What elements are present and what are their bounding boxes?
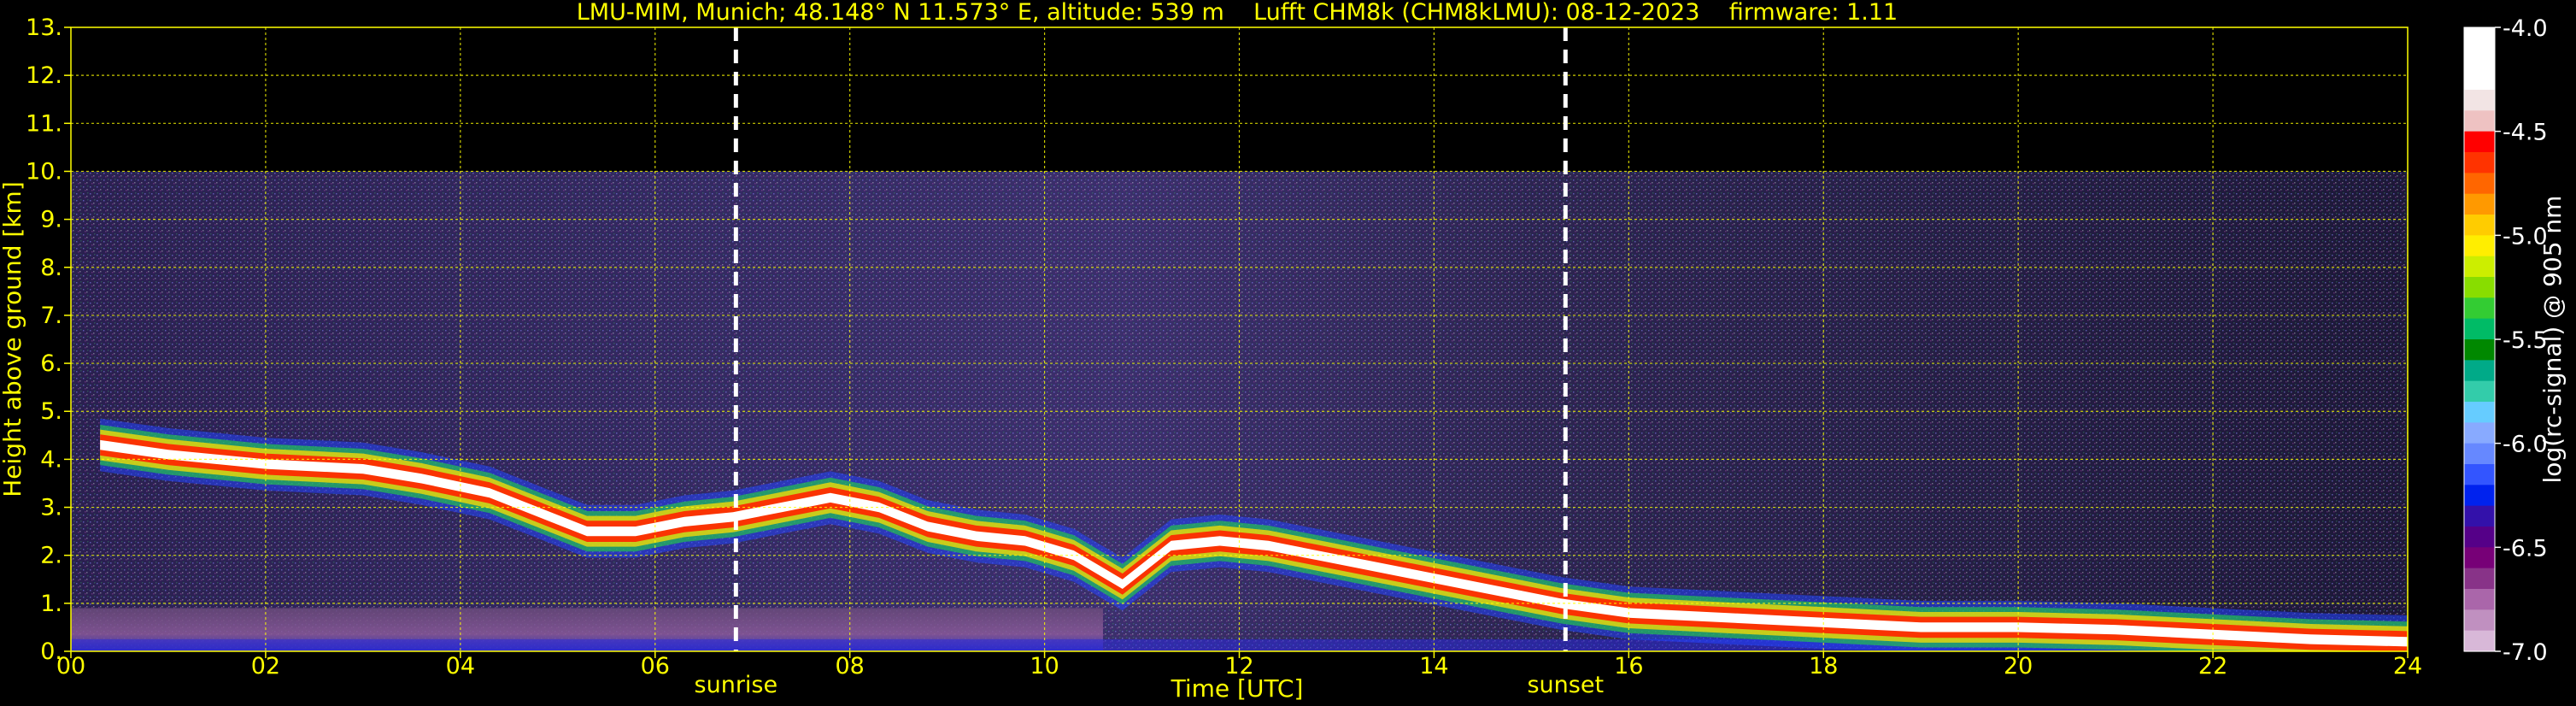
colorbar: -4.0-4.5-5.0-5.5-6.0-6.5-7.0 (2463, 15, 2548, 666)
x-tick-label: 16 (1614, 653, 1643, 680)
colorbar-segment (2464, 402, 2495, 423)
y-tick-label: 2. (40, 543, 62, 569)
y-tick-label: 4. (40, 446, 62, 473)
y-tick-label: 8. (40, 255, 62, 281)
chart-title: LMU-MIM, Munich; 48.148° N 11.573° E, al… (577, 0, 1898, 26)
colorbar-tick-label: -6.5 (2503, 535, 2548, 562)
x-tick-label: 00 (56, 653, 85, 680)
colorbar-segment (2464, 630, 2495, 652)
colorbar-segment (2464, 173, 2495, 195)
x-tick-label: 24 (2393, 653, 2422, 680)
colorbar-segment (2464, 485, 2495, 507)
colorbar-segment (2464, 152, 2495, 174)
colorbar-segment (2464, 277, 2495, 298)
colorbar-segment (2464, 505, 2495, 527)
colorbar-segment (2464, 131, 2495, 153)
y-tick-label: 7. (40, 303, 62, 329)
x-tick-label: 02 (251, 653, 280, 680)
sunrise-label: sunrise (695, 672, 778, 698)
sunset-label: sunset (1527, 672, 1604, 698)
ceilometer-chart: sunrise sunset 0.1.2.3.4.5.6.7.8.9.10.11.… (0, 0, 2567, 703)
colorbar-segment (2464, 110, 2495, 132)
x-tick-label: 22 (2198, 653, 2227, 680)
colorbar-segment (2464, 339, 2495, 361)
y-tick-label: 9. (40, 207, 62, 233)
colorbar-segment (2464, 360, 2495, 382)
colorbar-segment (2464, 256, 2495, 278)
colorbar-segment (2464, 27, 2495, 49)
colorbar-segment (2464, 380, 2495, 403)
y-tick-label: 5. (40, 398, 62, 425)
colorbar-segment (2464, 68, 2495, 91)
y-tick-label: 6. (40, 350, 62, 377)
colorbar-segment (2464, 297, 2495, 320)
x-tick-label: 04 (446, 653, 475, 680)
colorbar-segment (2464, 422, 2495, 444)
x-tick-label: 10 (1030, 653, 1059, 680)
colorbar-segment (2464, 547, 2495, 569)
y-tick-label: 3. (40, 495, 62, 521)
colorbar-tick-label: -4.0 (2503, 15, 2548, 42)
colorbar-segment (2464, 527, 2495, 548)
colorbar-segment (2464, 589, 2495, 610)
colorbar-label: log(rc-signal) @ 905 nm (2538, 196, 2567, 484)
x-tick-label: 08 (835, 653, 864, 680)
y-tick-label: 1. (40, 591, 62, 617)
colorbar-tick-label: -4.5 (2503, 120, 2548, 146)
colorbar-segment (2464, 318, 2495, 340)
x-tick-label: 14 (1419, 653, 1448, 680)
colorbar-segment (2464, 215, 2495, 236)
x-tick-label: 20 (2004, 653, 2033, 680)
y-tick-label: 11. (26, 110, 62, 137)
x-tick-label: 18 (1809, 653, 1838, 680)
colorbar-segment (2464, 90, 2495, 111)
y-tick-label: 13. (26, 15, 62, 41)
colorbar-segment (2464, 609, 2495, 632)
colorbar-tick-label: -7.0 (2503, 639, 2548, 666)
colorbar-segment (2464, 464, 2495, 485)
y-tick-labels: 0.1.2.3.4.5.6.7.8.9.10.11.12.13. (26, 15, 71, 665)
colorbar-segment (2464, 443, 2495, 465)
y-tick-label: 10. (26, 158, 62, 185)
colorbar-segment (2464, 48, 2495, 70)
colorbar-segment (2464, 235, 2495, 257)
colorbar-segment (2464, 193, 2495, 215)
x-tick-label: 06 (641, 653, 670, 680)
x-axis-label: Time [UTC] (1171, 674, 1304, 703)
colorbar-segment (2464, 568, 2495, 590)
y-tick-label: 12. (26, 62, 62, 89)
y-axis-label: Height above ground [km] (0, 181, 26, 497)
